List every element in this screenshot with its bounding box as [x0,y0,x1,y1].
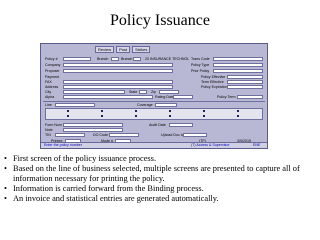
bullet-text: Based on the line of business selected, … [13,164,300,183]
status-mode: ENE [253,143,261,147]
coverage-checkbox[interactable] [169,110,171,112]
branch-c-field[interactable] [133,57,141,61]
status-message: Enter the policy number [44,143,82,147]
policy-term-label: Policy Term [217,95,236,99]
do-code-label: DO Code [93,133,108,137]
policy-expiration-field[interactable] [227,85,263,89]
fax-field[interactable] [63,80,173,84]
tin-field[interactable] [55,133,85,137]
trans-code-field[interactable] [213,57,263,61]
company-label: Company [45,63,61,67]
status-access: (T) Access & Supervisor [191,143,230,147]
toolbar: Review Post Strikes [43,46,151,53]
form-num-field[interactable] [63,123,123,127]
company-code: 20 INSURANCE TECHNOL [145,57,190,61]
prior-policy-field[interactable] [213,69,263,73]
upload-doc-label: Upload Doc to [161,133,184,137]
prior-policy-label: Prior Policy [191,69,210,73]
bullet-item: • Based on the line of business selected,… [4,164,316,184]
toolbar-button-strikes[interactable]: Strikes [132,46,151,53]
zip-label: Zip [151,90,156,94]
company-field[interactable] [63,63,173,67]
address-label: Address [45,85,59,89]
section-divider [43,101,265,102]
bullet-item: • An invoice and statistical entries are … [4,194,316,204]
coverage-checkbox[interactable] [67,115,69,117]
bullet-text: An invoice and statistical entries are g… [13,194,219,203]
status-bar: Enter the policy number (T) Access & Sup… [41,142,267,148]
bullet-icon: • [4,194,7,203]
rating-date-label: Rating Date [155,95,174,99]
policy-expiration-label: Policy Expiration [201,85,228,89]
coverage-field[interactable] [155,103,177,107]
coverage-grid [45,108,263,120]
notes-label: Note [45,128,53,132]
coverage-label: Coverage [137,103,153,107]
branch-label: Branch [97,57,109,61]
coverage-checkbox[interactable] [237,115,239,117]
city-field[interactable] [63,90,125,94]
bullet-text: Information is carried forward from the … [13,184,204,193]
city-label: City [45,90,52,94]
coverage-checkbox[interactable] [169,115,171,117]
rating-date-field[interactable] [173,95,193,99]
line-field[interactable] [55,103,95,107]
address-field[interactable] [63,85,173,89]
toolbar-button-review[interactable]: Review [95,46,115,53]
coverage-checkbox[interactable] [101,115,103,117]
notes-field[interactable] [63,128,123,132]
policy-type-field[interactable] [213,63,263,67]
tin-label: TIN [45,133,51,137]
coverage-checkbox[interactable] [135,115,137,117]
alpha-field[interactable] [63,95,153,99]
coverage-checkbox[interactable] [203,110,205,112]
bullet-icon: • [4,154,7,163]
coverage-checkbox[interactable] [203,115,205,117]
bullet-icon: • [4,164,7,173]
branch-field[interactable] [111,57,119,61]
proposer-field[interactable] [63,69,173,73]
bullet-icon: • [4,184,7,193]
bullet-list: • First screen of the policy issuance pro… [4,154,316,204]
branch-c-label: Branch [121,57,133,61]
proposer-label: Proposer [45,69,60,73]
upload-doc-field[interactable] [183,133,207,137]
state-field[interactable] [139,90,147,94]
bullet-item: • Information is carried forward from the… [4,184,316,194]
do-code-field[interactable] [109,133,139,137]
term-effective-field[interactable] [227,80,263,84]
state-label: State [129,90,138,94]
coverage-checkbox[interactable] [135,110,137,112]
coverage-checkbox[interactable] [237,110,239,112]
policy-type-label: Policy Type [191,63,210,67]
line-label: Line [45,103,52,107]
trans-code-label: Trans Code [191,57,210,61]
term-effective-label: Term Effective [201,80,224,84]
payment-label: Payment [45,75,60,79]
bullet-item: • First screen of the policy issuance pro… [4,154,316,164]
policy-effective-label: Policy Effective [201,75,226,79]
bullet-text: First screen of the policy issuance proc… [13,154,157,163]
policy-effective-field[interactable] [227,75,263,79]
policy-number-label: Policy # [45,57,58,61]
fax-label: FAX [45,80,52,84]
audit-date-label: Audit Date [149,123,166,127]
policy-term-field[interactable] [237,95,263,99]
coverage-checkbox[interactable] [67,110,69,112]
policy-number-field[interactable] [63,57,91,61]
coverage-checkbox[interactable] [101,110,103,112]
alpha-label: Alpha [45,95,55,99]
audit-date-field[interactable] [169,123,193,127]
form-num-label: Form Num [45,123,62,127]
page-title: Policy Issuance [110,12,210,29]
policy-issuance-screenshot: Review Post Strikes Policy # Branch Bran… [40,43,268,149]
zip-field[interactable] [159,90,179,94]
toolbar-button-post[interactable]: Post [116,46,131,53]
